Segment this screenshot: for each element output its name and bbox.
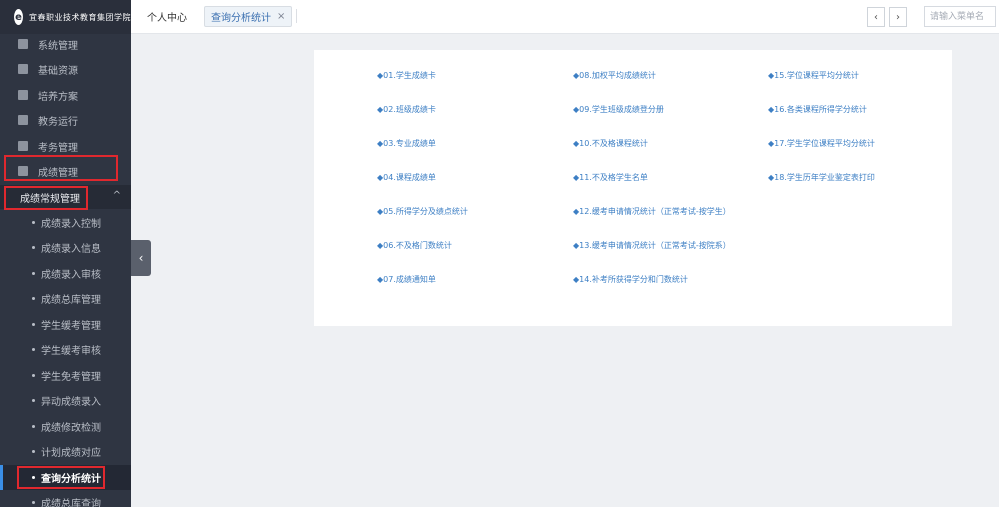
subitem-label: 成绩总库查询 (41, 499, 101, 507)
subitem-6[interactable]: 学生免考管理 (0, 363, 131, 388)
report-panel: ◆01.学生成绩卡 ◆02.班级成绩卡 ◆03.专业成绩单 ◆04.课程成绩单 … (314, 50, 952, 326)
bullet-icon (32, 476, 35, 479)
report-link-16[interactable]: ◆16.各类课程所得学分统计 (768, 104, 867, 115)
menu-teaching-ops[interactable]: 教务运行 (0, 108, 131, 132)
report-link-11[interactable]: ◆11.不及格学生名单 (573, 172, 648, 183)
menu-label: 考务管理 (38, 142, 78, 154)
document-icon (18, 115, 28, 125)
logo[interactable]: e 宜春职业技术教育集团学院 (0, 0, 131, 34)
subitem-9[interactable]: 计划成绩对应 (0, 439, 131, 464)
chevron-left-icon: ‹ (138, 251, 144, 265)
tabs-prev-button[interactable]: ‹ (867, 7, 885, 27)
subitem-label: 成绩总库管理 (41, 295, 101, 306)
menu-group-label: 成绩常规管理 (20, 193, 80, 205)
chevron-right-icon: › (896, 11, 900, 23)
menu-exam-affairs[interactable]: 考务管理 (0, 134, 131, 158)
sidebar-collapse-button[interactable]: ‹ (131, 240, 151, 276)
logo-emblem-icon: e (14, 9, 23, 25)
subitem-3[interactable]: 成绩总库管理 (0, 286, 131, 311)
report-link-01[interactable]: ◆01.学生成绩卡 (377, 70, 436, 81)
bullet-icon (32, 348, 35, 351)
book-icon (18, 90, 28, 100)
report-link-14[interactable]: ◆14.补考所获得学分和门数统计 (573, 274, 688, 285)
chevron-up-icon: ^ (112, 190, 121, 201)
subitem-label: 查询分析统计 (41, 474, 101, 485)
tab-query-stats[interactable]: 查询分析统计 × (204, 6, 293, 27)
briefcase-icon (18, 166, 28, 176)
menu-group-grade-routine[interactable]: 成绩常规管理 ^ (0, 185, 131, 209)
bullet-icon (32, 246, 35, 249)
subitem-active-query-stats[interactable]: 查询分析统计 (0, 465, 131, 490)
bullet-icon (32, 450, 35, 453)
bullet-icon (32, 425, 35, 428)
report-link-17[interactable]: ◆17.学生学位课程平均分统计 (768, 138, 875, 149)
bullet-icon (32, 501, 35, 504)
report-link-02[interactable]: ◆02.班级成绩卡 (377, 104, 436, 115)
report-link-09[interactable]: ◆09.学生班级成绩登分册 (573, 104, 664, 115)
bullet-icon (32, 323, 35, 326)
users-icon (18, 141, 28, 151)
sidebar: e 宜春职业技术教育集团学院 系统管理 基础资源 培养方案 教务运行 考务管理 … (0, 0, 131, 507)
subitem-label: 学生缓考审核 (41, 346, 101, 357)
report-link-15[interactable]: ◆15.学位课程平均分统计 (768, 70, 859, 81)
bullet-icon (32, 374, 35, 377)
close-icon[interactable]: × (277, 11, 285, 22)
subitem-4[interactable]: 学生缓考管理 (0, 312, 131, 337)
bullet-icon (32, 272, 35, 275)
bullet-icon (32, 297, 35, 300)
report-link-03[interactable]: ◆03.专业成绩单 (377, 138, 436, 149)
logo-text: 宜春职业技术教育集团学院 (29, 12, 131, 22)
divider (296, 9, 297, 23)
report-link-07[interactable]: ◆07.成绩通知单 (377, 274, 436, 285)
menu-training-plan[interactable]: 培养方案 (0, 83, 131, 107)
menu-resources[interactable]: 基础资源 (0, 57, 131, 81)
menu-search-input[interactable] (924, 6, 996, 27)
tab-label: 查询分析统计 (211, 13, 271, 24)
bullet-icon (32, 399, 35, 402)
subitem-label: 异动成绩录入 (41, 397, 101, 408)
tabs-next-button[interactable]: › (889, 7, 907, 27)
subitem-label: 成绩录入审核 (41, 270, 101, 281)
report-link-10[interactable]: ◆10.不及格课程统计 (573, 138, 648, 149)
subitem-7[interactable]: 异动成绩录入 (0, 388, 131, 413)
report-link-08[interactable]: ◆08.加权平均成绩统计 (573, 70, 656, 81)
subitem-label: 学生缓考管理 (41, 321, 101, 332)
subitem-5[interactable]: 学生缓考审核 (0, 337, 131, 362)
report-link-13[interactable]: ◆13.缓考申请情况统计（正常考试-按院系） (573, 240, 731, 251)
subitem-1[interactable]: 成绩录入信息 (0, 235, 131, 260)
subitem-label: 成绩录入控制 (41, 219, 101, 230)
topbar: 个人中心 查询分析统计 × ‹ › (131, 0, 999, 34)
subitem-2[interactable]: 成绩录入审核 (0, 261, 131, 286)
report-link-04[interactable]: ◆04.课程成绩单 (377, 172, 436, 183)
report-link-05[interactable]: ◆05.所得学分及绩点统计 (377, 206, 468, 217)
menu-grade-management[interactable]: 成绩管理 (0, 159, 131, 183)
menu-label: 培养方案 (38, 91, 78, 103)
subitem-label: 成绩录入信息 (41, 244, 101, 255)
bullet-icon (32, 221, 35, 224)
subitem-8[interactable]: 成绩修改检测 (0, 414, 131, 439)
tab-personal-center[interactable]: 个人中心 (147, 9, 187, 24)
flag-icon (18, 64, 28, 74)
subitem-0[interactable]: 成绩录入控制 (0, 210, 131, 235)
subitem-label: 学生免考管理 (41, 372, 101, 383)
subitem-label: 计划成绩对应 (41, 448, 101, 459)
subitem-11[interactable]: 成绩总库查询 (0, 490, 131, 507)
menu-label: 系统管理 (38, 40, 78, 52)
report-link-06[interactable]: ◆06.不及格门数统计 (377, 240, 452, 251)
chevron-left-icon: ‹ (874, 11, 878, 23)
grid-icon (18, 39, 28, 49)
menu-label: 基础资源 (38, 65, 78, 77)
menu-label: 成绩管理 (38, 167, 78, 179)
report-link-12[interactable]: ◆12.缓考申请情况统计（正常考试-按学生） (573, 206, 731, 217)
report-link-18[interactable]: ◆18.学生历年学业鉴定表打印 (768, 172, 875, 183)
menu-label: 教务运行 (38, 116, 78, 128)
subitem-label: 成绩修改检测 (41, 423, 101, 434)
menu-system[interactable]: 系统管理 (0, 32, 131, 56)
